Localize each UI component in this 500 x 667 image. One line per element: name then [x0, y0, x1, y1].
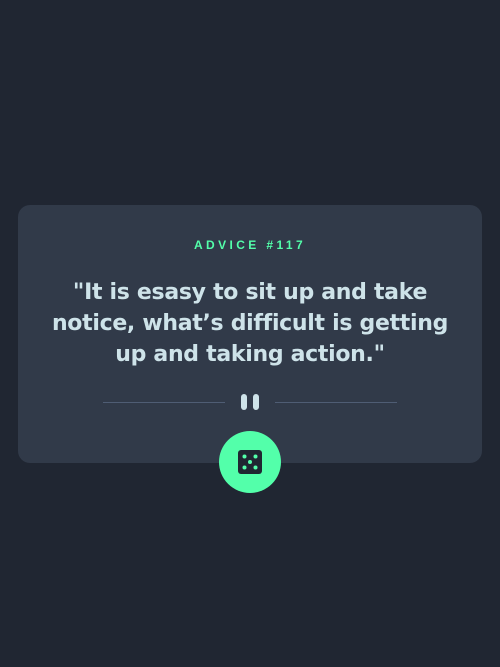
pause-bar-left — [241, 394, 247, 410]
dice-icon — [238, 450, 262, 474]
pattern-divider — [103, 393, 397, 411]
generate-advice-button[interactable] — [219, 431, 281, 493]
advice-id: ADVICE #117 — [193, 238, 307, 252]
divider-line-right — [275, 402, 397, 403]
advice-card: ADVICE #117 "It is esasy to sit up and t… — [18, 205, 482, 463]
pause-bar-right — [253, 394, 259, 410]
pause-icon — [240, 393, 260, 411]
divider-line-left — [103, 402, 225, 403]
advice-quote: "It is esasy to sit up and take notice, … — [51, 280, 449, 367]
